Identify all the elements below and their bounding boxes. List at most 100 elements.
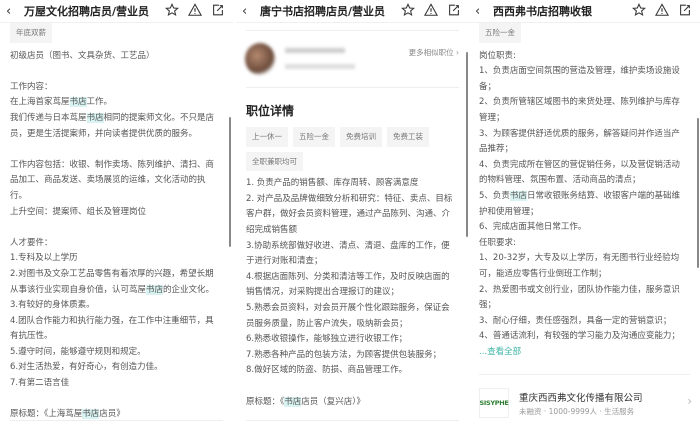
description-line: [10, 142, 218, 158]
chevron-right-icon: ›: [687, 394, 692, 408]
share-icon[interactable]: [211, 2, 225, 21]
header-actions: [632, 2, 700, 21]
more-similar-link[interactable]: 更多相似职位 ›: [409, 47, 459, 58]
company-card[interactable]: SISYPHE 重庆西西弗文化传播有限公司 未融资 · 1000-9999人 ·…: [479, 388, 694, 420]
tag: 上一休一: [246, 127, 288, 147]
tags: 五险一金: [479, 23, 687, 48]
description-line: 4、负责完成所在管区的营促销任务，以及营促销活动的物料管理、氛围布置、活动商品的…: [479, 159, 680, 186]
chevron-right-icon: ›: [456, 48, 459, 57]
warning-icon[interactable]: [654, 2, 670, 21]
scrollbar[interactable]: [697, 118, 699, 268]
description-line: [10, 64, 218, 80]
keyword-highlight: 书店: [82, 409, 100, 420]
tag: 免费工装: [387, 127, 429, 147]
divider: [479, 374, 690, 375]
tags: 上一休一 五险一金 免费培训 免费工装全职兼职均可: [246, 127, 454, 176]
recruiter-info-blurred: [285, 48, 345, 53]
back-button[interactable]: ‹: [475, 4, 493, 19]
description-line: 6.熟悉收银操作，能够独立进行收银工作；: [246, 334, 408, 345]
keyword-highlight: 书店: [146, 284, 164, 295]
warning-icon[interactable]: [187, 2, 203, 21]
description-line: 4、普通话流利，有较强的学习能力及沟通应变能力；: [479, 331, 680, 342]
job-panel-1: ‹ 万屋文化招聘店员/营业员 年底双薪 初级店员（图书、文具杂货、工艺品） 工作内…: [0, 0, 233, 423]
view-all-link[interactable]: ...查看全部: [479, 345, 687, 361]
logo-text: SISYPHE: [479, 399, 509, 407]
page-title: 唐宁书店招聘店员/营业员: [260, 5, 386, 18]
company-logo: SISYPHE: [479, 388, 509, 418]
page-title: 万屋文化招聘店员/营业员: [24, 5, 150, 18]
share-icon[interactable]: [447, 2, 461, 21]
header: ‹ 万屋文化招聘店员/营业员: [0, 0, 233, 23]
header-actions: [401, 2, 469, 21]
company-meta: 未融资 · 1000-9999人 · 生活服务: [519, 407, 635, 416]
description-line: [10, 220, 218, 236]
description-line: 1、负责店面空间氛围的营造及管理，维护卖场设施设备；: [479, 66, 680, 92]
header: ‹ 西西弗书店招聘收银: [469, 0, 700, 23]
description-line: 7.熟悉各种产品的包装方法，为顾客提供包装服务；: [246, 349, 442, 360]
tags: 年底双薪: [10, 23, 218, 48]
description-line: 3、为顾客提供舒适优质的服务，解答疑问并作适当产品推荐；: [479, 128, 680, 155]
description-line: 3.协助系统部做好收进、清点、清退、盘库的工作，便于进行对账和清查；: [246, 240, 450, 267]
description-line: 5、负责书店日常收银账务结算、收银客户端的基础维护和使用管理；: [479, 190, 680, 217]
scrollbar[interactable]: [229, 117, 231, 247]
description-line: 人才要件：: [10, 237, 53, 248]
description-line: 3.有较好的身体质素。: [10, 300, 95, 311]
description-line: 工作内容：: [10, 81, 53, 92]
company-name: 重庆西西弗文化传播有限公司: [519, 393, 643, 404]
job-description: 上一休一 五险一金 免费培训 免费工装全职兼职均可 1. 负责产品的销售额、库存周转、…: [246, 127, 454, 410]
star-icon[interactable]: [165, 2, 179, 21]
tag: 全职兼职均可: [246, 151, 303, 172]
job-description: 五险一金 岗位职责: 1、负责店面空间氛围的营造及管理，维护卖场设施设备； 2、负责…: [479, 23, 687, 360]
keyword-highlight: 书店: [86, 112, 104, 123]
star-icon[interactable]: [632, 2, 646, 21]
star-icon[interactable]: [401, 2, 415, 21]
keyword-highlight: 书店: [69, 97, 87, 108]
description-line: [246, 379, 454, 395]
description-line: [10, 392, 218, 408]
description-text: 岗位职责: 1、负责店面空间氛围的营造及管理，维护卖场设施设备； 2、负责所管辖区域…: [479, 49, 687, 345]
tag: 五险一金: [293, 127, 335, 147]
description-text: 初级店员（图书、文具杂货、工艺品） 工作内容： 在上海首家茑屋书店工作。 我们传递与日…: [10, 49, 218, 423]
description-line: 4.根据店面陈列、分类和清洁等工作，及时反映店面的销售情况，对采购提出合理报订的…: [246, 271, 450, 298]
divider: [246, 30, 459, 31]
tag: 年底双薪: [10, 23, 52, 43]
description-text: 1. 负责产品的销售额、库存周转、顾客满意度 2. 对产品及品牌做细致分析和研究：…: [246, 176, 454, 410]
job-panel-2: ‹ 唐宁书店招聘店员/营业员 更多相似职位 › 职位详情 上一休一 五险一金 免费培…: [236, 0, 469, 423]
divider: [10, 420, 223, 421]
description-line: 7.有第二语言佳: [10, 378, 70, 389]
back-button[interactable]: ‹: [242, 4, 260, 19]
section-title: 职位详情: [246, 104, 295, 118]
description-line: 3、耐心仔细，责任感强烈，具备一定的营销意识；: [479, 315, 672, 326]
page-title: 西西弗书店招聘收银: [493, 5, 592, 18]
divider: [246, 420, 459, 421]
description-line: 4.团队合作能力和执行能力强，在工作中注重细节，具有抗压性。: [10, 315, 214, 342]
description-line: 原标题：《书店店员（复兴店）》: [246, 396, 366, 407]
more-similar-label: 更多相似职位: [408, 48, 454, 57]
job-panel-3: ‹ 西西弗书店招聘收银 五险一金 岗位职责: 1、负责店面空间氛围的营造及管理，维…: [469, 0, 700, 423]
recruiter-avatar: [245, 43, 275, 75]
description-line: 2. 对产品及品牌做细致分析和研究：特征、卖点、目标客户群，做好会员资料管理，通…: [246, 193, 453, 235]
description-line: 2、热爱图书或文创行业，团队协作能力佳，服务意识强；: [479, 284, 680, 311]
description-line: 在上海首家茑屋书店工作。: [10, 97, 113, 108]
description-line: 初级店员（图书、文具杂货、工艺品）: [10, 50, 155, 61]
description-line: 1、20-32岁，大专及以上学历，有无图书行业经验均可，能适应零售行业倒班工作制…: [479, 253, 680, 279]
back-button[interactable]: ‹: [6, 4, 24, 19]
description-line: 5.遵守时间，能够遵守规则和规定。: [10, 346, 146, 357]
scrollbar[interactable]: [466, 52, 468, 237]
description-line: 6、完成店面其他日常工作。: [479, 222, 587, 233]
description-line: 工作内容包括：收银、制作卖场、陈列维护、清扫、商品加工、商品发送、卖场展览的运维…: [10, 159, 215, 201]
description-line: 6.对生活热爱，有好奇心，有创造力佳。: [10, 362, 163, 373]
tag: 五险一金: [479, 23, 521, 43]
header-actions: [165, 2, 233, 21]
divider: [246, 87, 459, 88]
keyword-highlight: 书店: [284, 396, 302, 407]
description-line: 2、负责所管辖区域图书的来货处理、陈列维护与库存管理；: [479, 97, 680, 123]
warning-icon[interactable]: [423, 2, 439, 21]
description-line: 上升空间：提案师、组长及管理岗位: [10, 206, 147, 217]
header: ‹ 唐宁书店招聘店员/营业员: [236, 0, 469, 23]
keyword-highlight: 书店: [509, 190, 527, 201]
description-line: 1. 负责产品的销售额、库存周转、顾客满意度: [246, 178, 419, 189]
description-line: 2.对图书及文杂工艺品零售有着浓厚的兴趣，希望长期从事该行业实现自身价值，认可茑…: [10, 268, 215, 295]
share-icon[interactable]: [678, 2, 692, 21]
description-line: 5.熟悉会员资料，对会员开展个性化跟踪服务，保证会员服务质量，防止客户流失，吸纳…: [246, 302, 450, 329]
